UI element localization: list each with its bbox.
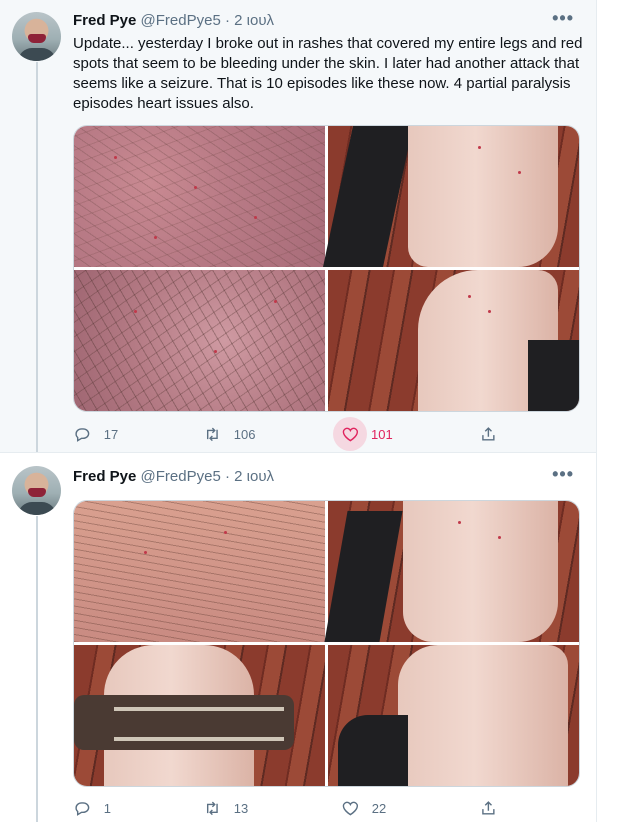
heart-icon — [342, 427, 358, 442]
share-icon — [482, 800, 495, 815]
user-name[interactable]: Fred Pye — [73, 468, 136, 485]
media-grid — [73, 125, 580, 412]
media-photo[interactable] — [328, 645, 579, 786]
retweet-icon — [206, 427, 218, 441]
media-photo[interactable] — [323, 126, 579, 267]
user-name[interactable]: Fred Pye — [73, 12, 136, 29]
tweet-timestamp[interactable]: 2 ιουλ — [234, 12, 274, 29]
reply-button[interactable]: 17 — [73, 420, 118, 448]
media-photo[interactable] — [324, 501, 579, 642]
reply-icon — [75, 427, 90, 442]
share-button[interactable] — [479, 794, 498, 822]
retweet-button[interactable]: 106 — [203, 420, 255, 448]
tweet-header: Fred Pye @FredPye5 · 2 ιουλ — [73, 11, 274, 31]
tweet-header: Fred Pye @FredPye5 · 2 ιουλ — [73, 467, 274, 487]
retweet-count: 13 — [233, 800, 249, 816]
avatar[interactable] — [12, 466, 61, 515]
tweet-actions: 17 106 101 — [73, 417, 513, 451]
heart-icon — [342, 801, 359, 816]
avatar[interactable] — [12, 12, 61, 61]
more-icon[interactable]: ••• — [552, 8, 574, 29]
reply-count: 1 — [103, 800, 111, 816]
media-photo[interactable] — [74, 126, 325, 267]
retweet-count: 106 — [233, 426, 256, 442]
media-photo[interactable] — [74, 270, 325, 411]
retweet-button[interactable]: 13 — [203, 794, 248, 822]
reply-count: 17 — [103, 426, 119, 442]
like-count: 22 — [371, 800, 387, 816]
media-grid — [73, 500, 580, 787]
like-count: 101 — [371, 426, 393, 442]
tweet-text: Update... yesterday I broke out in rashe… — [73, 35, 583, 112]
media-photo[interactable] — [74, 645, 325, 786]
reply-icon — [75, 801, 90, 816]
dot-separator: · — [224, 468, 230, 485]
user-handle[interactable]: @FredPye5 — [141, 12, 221, 29]
like-button[interactable]: 101 — [333, 417, 393, 451]
tweet-timestamp[interactable]: 2 ιουλ — [234, 468, 274, 485]
thread-line — [36, 62, 38, 452]
thread-line — [36, 516, 38, 822]
like-highlight — [333, 417, 367, 451]
timeline: Fred Pye @FredPye5 · 2 ιουλ ••• Update..… — [0, 0, 597, 822]
retweet-icon — [206, 801, 218, 815]
more-icon[interactable]: ••• — [552, 464, 574, 485]
tweet-actions: 1 13 22 — [73, 794, 513, 822]
tweet[interactable]: Fred Pye @FredPye5 · 2 ιουλ ••• Update..… — [0, 0, 596, 452]
tweet[interactable]: Fred Pye @FredPye5 · 2 ιουλ ••• 1 13 22 — [0, 458, 596, 822]
user-handle[interactable]: @FredPye5 — [141, 468, 221, 485]
share-button[interactable] — [479, 420, 498, 448]
dot-separator: · — [224, 12, 230, 29]
share-icon — [482, 426, 495, 441]
reply-button[interactable]: 1 — [73, 794, 111, 822]
like-button[interactable]: 22 — [341, 794, 386, 822]
media-photo[interactable] — [328, 270, 579, 411]
media-photo[interactable] — [74, 501, 325, 642]
